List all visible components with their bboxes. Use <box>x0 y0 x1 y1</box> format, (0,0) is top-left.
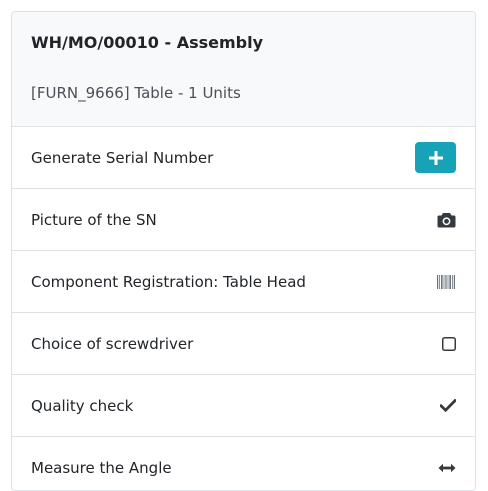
card-header: WH/MO/00010 - Assembly [FURN_9666] Table… <box>12 12 475 127</box>
product-subtitle: [FURN_9666] Table - 1 Units <box>31 84 241 102</box>
step-row-component-registration[interactable]: Component Registration: Table Head <box>12 251 475 313</box>
step-label: Generate Serial Number <box>31 148 214 167</box>
barcode-icon[interactable] <box>437 274 456 289</box>
camera-icon[interactable] <box>437 212 456 228</box>
step-row-screwdriver[interactable]: Choice of screwdriver <box>12 313 475 375</box>
checkbox-icon[interactable] <box>442 336 456 351</box>
workorder-card: WH/MO/00010 - Assembly [FURN_9666] Table… <box>11 11 476 491</box>
page-title: WH/MO/00010 - Assembly <box>31 33 264 52</box>
generate-serial-button[interactable] <box>415 142 456 173</box>
step-label: Quality check <box>31 396 134 415</box>
step-label: Component Registration: Table Head <box>31 272 306 291</box>
check-icon[interactable] <box>440 399 456 412</box>
step-label: Choice of screwdriver <box>31 334 194 353</box>
step-label: Measure the Angle <box>31 458 172 477</box>
plus-icon <box>428 150 443 165</box>
arrows-horizontal-icon[interactable] <box>438 463 456 473</box>
step-row-generate-serial[interactable]: Generate Serial Number <box>12 127 475 189</box>
step-row-measure-angle[interactable]: Measure the Angle <box>12 437 475 490</box>
step-row-quality-check[interactable]: Quality check <box>12 375 475 437</box>
step-row-picture[interactable]: Picture of the SN <box>12 189 475 251</box>
step-label: Picture of the SN <box>31 210 157 229</box>
